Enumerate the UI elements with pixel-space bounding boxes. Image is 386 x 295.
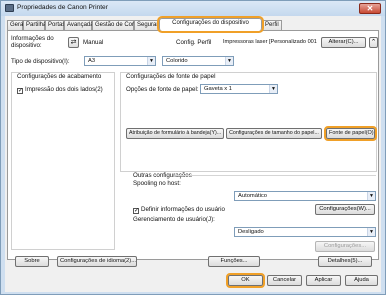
device-info-label: Informações do dispositivo: — [11, 35, 54, 49]
refresh-icon: ⇄ — [70, 39, 77, 46]
printer-icon — [5, 4, 14, 12]
about-button[interactable]: Sobre — [15, 256, 49, 267]
user-settings-button[interactable]: Configurações(W)... — [315, 204, 375, 215]
tab-device-settings[interactable]: Configurações do dispositivo — [157, 16, 264, 33]
duplex-label: Impressão dos dois lados(2) — [25, 86, 103, 93]
user-management-select[interactable]: Desligado ▼ — [234, 227, 376, 237]
device-info-icon-button[interactable]: ⇄ — [68, 37, 79, 48]
title-bar[interactable]: Propriedades de Canon Printer ✕ — [1, 1, 385, 16]
duplex-checkbox[interactable]: ✓ Impressão dos dois lados(2) — [17, 86, 103, 94]
finishing-group — [11, 72, 115, 250]
printer-properties-window: Propriedades de Canon Printer ✕ Geral Pa… — [0, 0, 386, 295]
tab-partilha[interactable]: Partilha — [23, 20, 46, 30]
language-settings-button[interactable]: Configurações de idioma(2)... — [57, 256, 137, 267]
duplex-check-mark: ✓ — [17, 88, 24, 94]
help-button[interactable]: Ajuda — [345, 275, 378, 286]
color-mode-value: Colorido — [166, 58, 188, 64]
tab-portas[interactable]: Portas — [45, 20, 65, 30]
tab-gestao-cores[interactable]: Gestão de Cores — [92, 20, 140, 30]
details-button[interactable]: Detalhes(5)... — [318, 256, 372, 267]
drawer-assign-button[interactable]: Atribuição de formulário à bandeja(Y)... — [126, 128, 224, 139]
device-info-mode: Manual — [83, 39, 104, 46]
paper-size-value: A3 — [88, 58, 96, 64]
user-management-value: Desligado — [238, 229, 264, 235]
tab-perfil[interactable]: Perfil — [262, 20, 282, 30]
user-management-label: Gerenciamento de usuário(J): — [133, 216, 215, 223]
finishing-group-label: Configurações de acabamento — [17, 73, 102, 80]
device-settings-panel: Informações do dispositivo: ⇄ Manual Con… — [7, 30, 379, 260]
ok-button[interactable]: OK — [226, 273, 265, 288]
tab-avancadas[interactable]: Avançadas — [64, 20, 97, 30]
device-info-collapse-button[interactable]: ⌃ — [369, 37, 378, 48]
paper-size-select[interactable]: A3 ▼ — [84, 56, 156, 66]
other-settings-divider — [176, 175, 376, 176]
dropdown-arrow-icon: ▼ — [269, 85, 277, 93]
paper-source-options-label: Opções de fonte de papel: — [126, 86, 199, 93]
close-button[interactable]: ✕ — [359, 3, 381, 14]
window-title: Propriedades de Canon Printer — [17, 4, 108, 11]
tab-geral[interactable]: Geral — [7, 20, 25, 30]
paper-source-button[interactable]: Fonte de papel(O)... — [324, 126, 377, 141]
user-management-settings-button[interactable]: Configurações... — [315, 241, 375, 252]
spooling-value: Automático — [238, 193, 267, 199]
dialog-client-area: Geral Partilha Portas Avançadas Gestão d… — [5, 16, 381, 292]
spooling-select[interactable]: Automático ▼ — [234, 191, 376, 201]
define-user-checkbox[interactable]: ✓ Definir informações do usuário — [133, 206, 225, 214]
cancel-button[interactable]: Cancelar — [267, 275, 302, 286]
paper-source-options-select[interactable]: Gaveta x 1 ▼ — [200, 84, 278, 94]
apply-button[interactable]: Aplicar — [306, 275, 341, 286]
define-user-check-mark: ✓ — [133, 208, 140, 214]
spooling-label: Spooling no host: — [133, 180, 181, 187]
config-profile-label: Config. Perfil — [176, 39, 212, 46]
config-profile-value: Impressoras laser [Personalizado 001 — [223, 39, 317, 45]
device-type-label: Tipo de dispositivo(I): — [11, 58, 70, 65]
chevron-up-icon: ⌃ — [370, 39, 377, 46]
paper-source-options-value: Gaveta x 1 — [204, 86, 233, 92]
paper-size-settings-button[interactable]: Configurações de tamanho do papel... — [226, 128, 322, 139]
dropdown-arrow-icon: ▼ — [367, 228, 375, 236]
color-mode-select[interactable]: Colorido ▼ — [162, 56, 234, 66]
dropdown-arrow-icon: ▼ — [225, 57, 233, 65]
functions-button[interactable]: Funções... — [208, 256, 260, 267]
paper-source-group-label: Configurações de fonte de papel — [126, 73, 216, 80]
define-user-label: Definir informações do usuário — [141, 206, 225, 213]
tab-seguranca[interactable]: Segurança — [134, 20, 166, 30]
dropdown-arrow-icon: ▼ — [367, 192, 375, 200]
change-button[interactable]: Alterar(C)... — [321, 37, 366, 48]
dropdown-arrow-icon: ▼ — [147, 57, 155, 65]
